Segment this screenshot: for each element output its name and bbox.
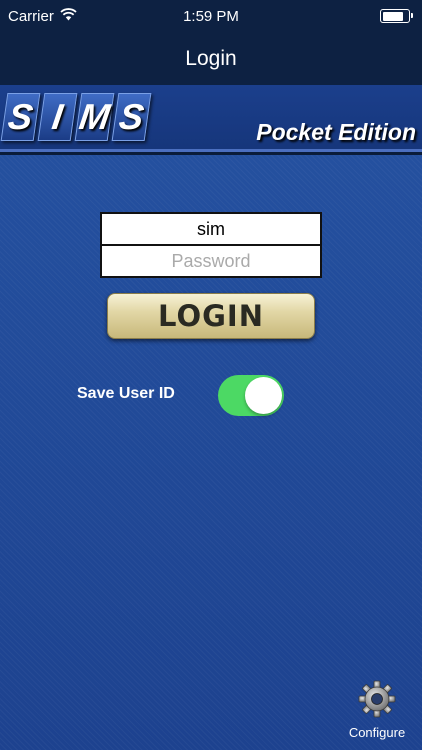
sims-logo: S I M S xyxy=(0,93,152,141)
logo-letter: M xyxy=(74,93,115,141)
logo-letter: I xyxy=(37,93,78,141)
page-title: Login xyxy=(185,46,237,70)
username-field[interactable] xyxy=(100,212,322,246)
wifi-icon xyxy=(60,7,77,25)
battery-icon xyxy=(380,9,413,23)
configure-button[interactable]: Configure xyxy=(344,680,410,740)
save-user-id-label: Save User ID xyxy=(77,385,175,402)
configure-label[interactable]: Configure xyxy=(349,725,405,740)
carrier-label: Carrier xyxy=(8,7,54,25)
save-user-id-toggle[interactable] xyxy=(218,375,284,416)
login-panel: LOGIN Save User ID xyxy=(0,155,422,750)
gear-icon[interactable] xyxy=(358,680,396,723)
login-button[interactable]: LOGIN xyxy=(107,293,315,339)
logo-letter: S xyxy=(0,93,41,141)
status-left: Carrier xyxy=(8,8,77,25)
battery-fill xyxy=(382,11,403,21)
toggle-knob[interactable] xyxy=(245,377,282,414)
logo-letter: S xyxy=(111,93,152,141)
password-field[interactable] xyxy=(100,244,322,278)
edition-label: Pocket Edition xyxy=(256,119,416,145)
nav-bar: Login xyxy=(0,32,422,85)
sims-banner: S I M S Pocket Edition xyxy=(0,85,422,152)
status-bar: Carrier 1:59 PM xyxy=(0,0,422,32)
